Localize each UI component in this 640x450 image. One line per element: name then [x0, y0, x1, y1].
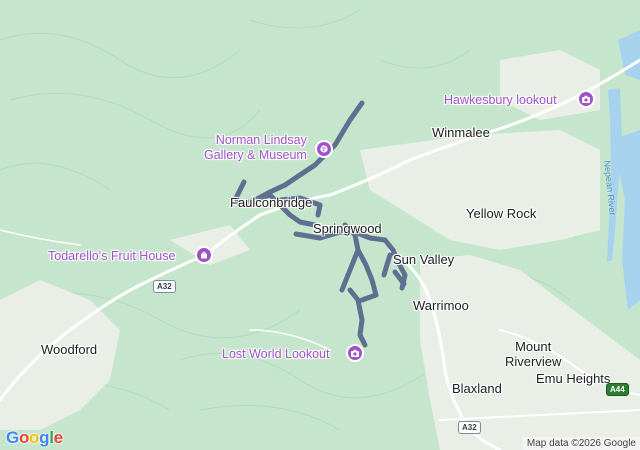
place-label-mount-riverview: Mount Riverview: [505, 339, 562, 369]
museum-pin-icon[interactable]: [315, 140, 333, 158]
poi-label-todarellos[interactable]: Todarello's Fruit House: [48, 249, 175, 264]
road-shield-a32-west: A32: [153, 280, 176, 293]
place-label-sun-valley: Sun Valley: [393, 252, 455, 267]
camera-icon: [582, 95, 590, 103]
place-label-emu-heights: Emu Heights: [536, 371, 611, 386]
camera-pin-icon[interactable]: [577, 90, 595, 108]
road-shield-a44: A44: [606, 383, 629, 396]
camera-pin-icon[interactable]: [346, 344, 364, 362]
place-label-blaxland: Blaxland: [452, 381, 502, 396]
google-logo[interactable]: Google: [6, 428, 63, 448]
poi-label-hawkesbury-lookout[interactable]: Hawkesbury lookout: [444, 93, 557, 108]
shopping-pin-icon[interactable]: [195, 246, 213, 264]
shopping-bag-icon: [201, 251, 207, 259]
poi-label-norman-lindsay[interactable]: Norman Lindsay Gallery & Museum: [204, 133, 307, 163]
place-label-woodford: Woodford: [41, 342, 98, 357]
place-label-faulconbridge: Faulconbridge: [230, 195, 313, 210]
place-label-winmalee: Winmalee: [432, 125, 490, 140]
road-shield-a32-south: A32: [458, 421, 481, 434]
palette-icon: [320, 145, 328, 153]
place-label-springwood: Springwood: [313, 221, 382, 236]
place-label-warrimoo: Warrimoo: [413, 298, 469, 313]
camera-icon: [351, 349, 359, 357]
place-label-yellow-rock: Yellow Rock: [466, 206, 537, 221]
map-attribution[interactable]: Map data ©2026 Google: [522, 437, 640, 450]
poi-label-lost-world[interactable]: Lost World Lookout: [222, 347, 329, 362]
